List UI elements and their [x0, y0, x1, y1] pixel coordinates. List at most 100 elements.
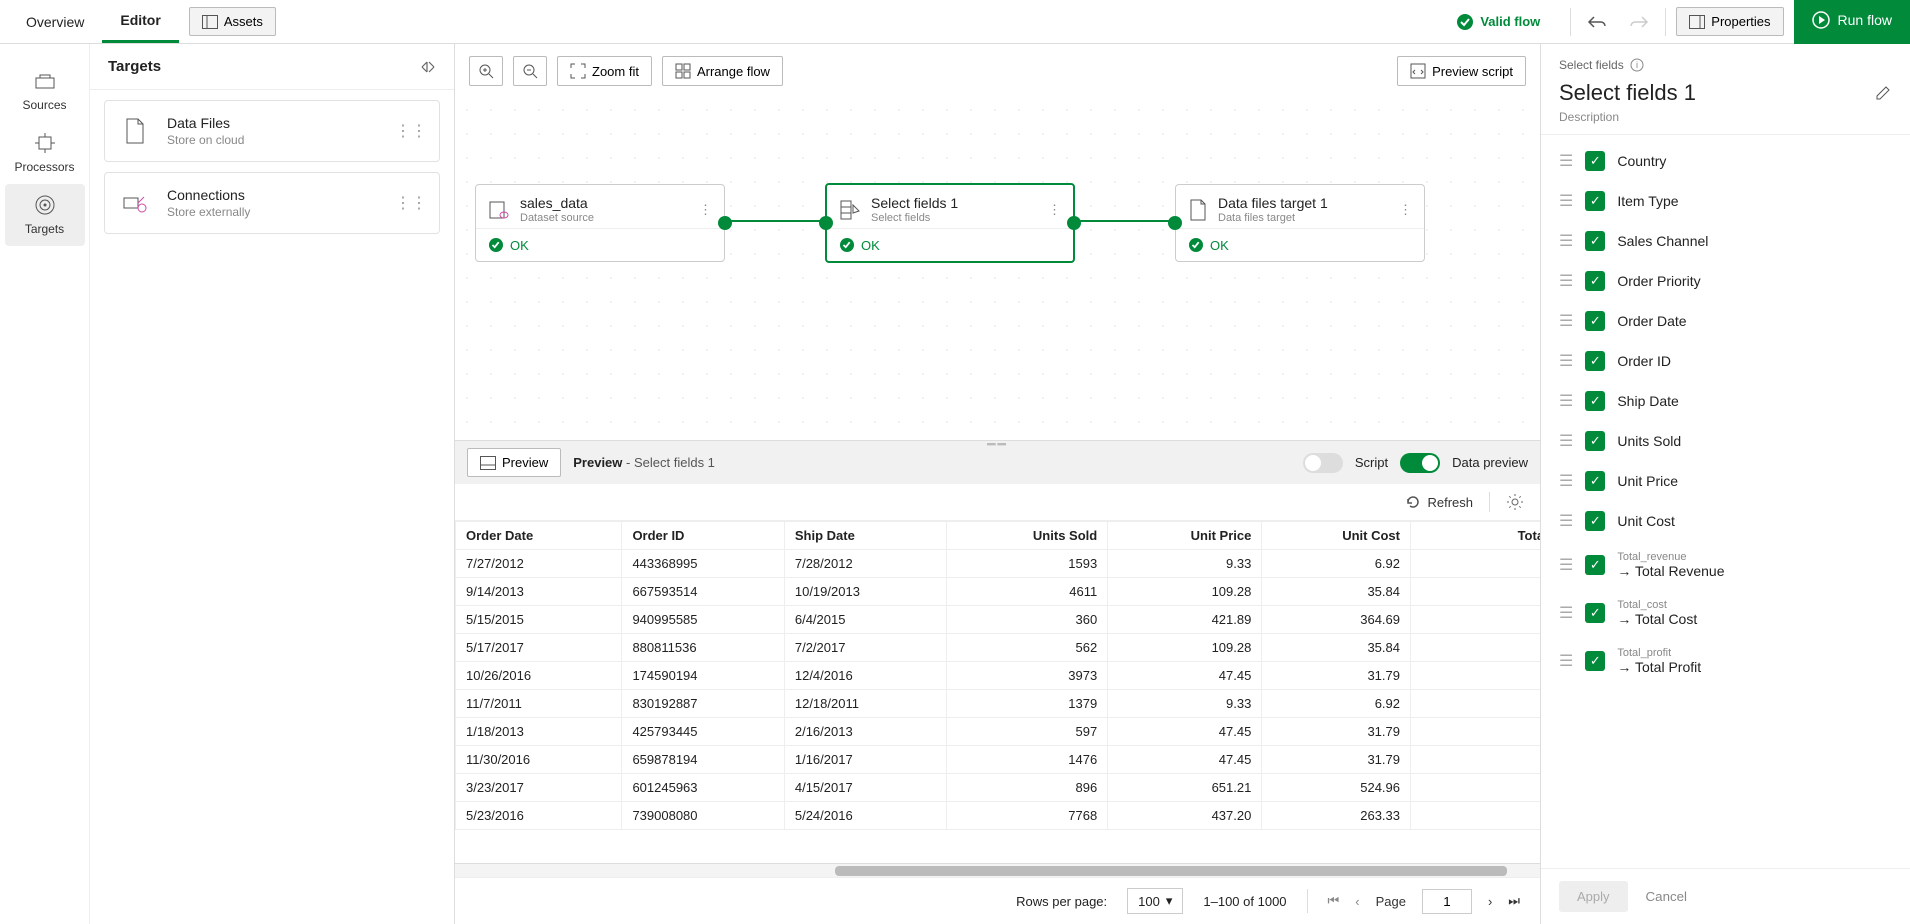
- drag-handle-icon[interactable]: ☰: [1559, 603, 1573, 623]
- field-checkbox[interactable]: ✓: [1585, 191, 1605, 211]
- table-row[interactable]: 5/15/20159409955856/4/2015360421.89364.6…: [456, 606, 1541, 634]
- drag-handle-icon[interactable]: ☰: [1559, 351, 1573, 371]
- apply-button[interactable]: Apply: [1559, 881, 1628, 912]
- field-row[interactable]: ☰ ✓ Ship Date: [1541, 381, 1910, 421]
- drag-handle-icon[interactable]: ☰: [1559, 651, 1573, 671]
- zoom-out-button[interactable]: [513, 56, 547, 86]
- node-menu-icon[interactable]: ⋮: [699, 202, 712, 218]
- drag-handle-icon[interactable]: ☰: [1559, 151, 1573, 171]
- drag-handle-icon[interactable]: ☰: [1559, 311, 1573, 331]
- arrange-flow-button[interactable]: Arrange flow: [662, 56, 783, 86]
- data-preview-toggle[interactable]: [1400, 453, 1440, 473]
- field-checkbox[interactable]: ✓: [1585, 511, 1605, 531]
- preview-button[interactable]: Preview: [467, 448, 561, 477]
- field-checkbox[interactable]: ✓: [1585, 471, 1605, 491]
- drag-handle-icon[interactable]: ⋮⋮: [395, 121, 427, 141]
- rail-targets[interactable]: Targets: [5, 184, 85, 246]
- table-row[interactable]: 9/14/201366759351410/19/20134611109.2835…: [456, 578, 1541, 606]
- tab-overview[interactable]: Overview: [8, 0, 102, 43]
- assets-button[interactable]: Assets: [189, 7, 276, 36]
- drag-handle-icon[interactable]: ⋮⋮: [395, 193, 427, 213]
- field-checkbox[interactable]: ✓: [1585, 431, 1605, 451]
- field-row[interactable]: ☰ ✓ Total_revenueTotal Revenue: [1541, 541, 1910, 589]
- column-header[interactable]: Units Sold: [947, 522, 1108, 550]
- tab-editor[interactable]: Editor: [102, 0, 178, 43]
- refresh-button[interactable]: Refresh: [1405, 494, 1473, 510]
- node-output-port[interactable]: [1067, 216, 1081, 230]
- field-row[interactable]: ☰ ✓ Total_profitTotal Profit: [1541, 637, 1910, 685]
- preview-script-button[interactable]: Preview script: [1397, 56, 1526, 86]
- drag-handle-icon[interactable]: ☰: [1559, 191, 1573, 211]
- pager-first[interactable]: ⏮: [1328, 893, 1340, 909]
- field-checkbox[interactable]: ✓: [1585, 231, 1605, 251]
- redo-button[interactable]: [1623, 6, 1655, 38]
- field-row[interactable]: ☰ ✓ Units Sold: [1541, 421, 1910, 461]
- edit-button[interactable]: [1874, 84, 1892, 102]
- pager-next[interactable]: ›: [1488, 894, 1492, 909]
- field-row[interactable]: ☰ ✓ Country: [1541, 141, 1910, 181]
- field-checkbox[interactable]: ✓: [1585, 391, 1605, 411]
- field-row[interactable]: ☰ ✓ Sales Channel: [1541, 221, 1910, 261]
- drag-handle-icon[interactable]: ☰: [1559, 471, 1573, 491]
- column-header[interactable]: Order Date: [456, 522, 622, 550]
- rows-per-page-select[interactable]: 100 ▾: [1127, 888, 1183, 914]
- table-row[interactable]: 1/18/20134257934452/16/201359747.4531.79…: [456, 718, 1541, 746]
- drag-handle-icon[interactable]: ☰: [1559, 391, 1573, 411]
- field-checkbox[interactable]: ✓: [1585, 555, 1605, 575]
- page-input[interactable]: [1422, 889, 1472, 914]
- node-output-port[interactable]: [718, 216, 732, 230]
- drag-handle-icon[interactable]: ☰: [1559, 231, 1573, 251]
- rail-sources[interactable]: Sources: [5, 64, 85, 122]
- cancel-button[interactable]: Cancel: [1646, 881, 1688, 912]
- zoom-fit-button[interactable]: Zoom fit: [557, 56, 652, 86]
- column-header[interactable]: Unit Cost: [1262, 522, 1411, 550]
- target-card-data-files[interactable]: Data Files Store on cloud ⋮⋮: [104, 100, 440, 162]
- table-row[interactable]: 5/23/20167390080805/24/20167768437.20263…: [456, 802, 1541, 830]
- table-row[interactable]: 11/7/201183019288712/18/201113799.336.92…: [456, 690, 1541, 718]
- column-header[interactable]: Ship Date: [784, 522, 946, 550]
- node-select-fields[interactable]: Select fields 1Select fields ⋮ OK: [825, 183, 1075, 263]
- flow-canvas[interactable]: sales_dataDataset source ⋮ OK Select fie…: [455, 98, 1540, 440]
- drag-handle-icon[interactable]: ☰: [1559, 271, 1573, 291]
- drag-handle-icon[interactable]: ☰: [1559, 431, 1573, 451]
- zoom-in-button[interactable]: [469, 56, 503, 86]
- field-row[interactable]: ☰ ✓ Order Date: [1541, 301, 1910, 341]
- undo-button[interactable]: [1581, 6, 1613, 38]
- column-header[interactable]: Order ID: [622, 522, 784, 550]
- field-row[interactable]: ☰ ✓ Order Priority: [1541, 261, 1910, 301]
- field-row[interactable]: ☰ ✓ Total_costTotal Cost: [1541, 589, 1910, 637]
- resize-handle[interactable]: ━━: [987, 436, 1008, 453]
- node-sales-data[interactable]: sales_dataDataset source ⋮ OK: [475, 184, 725, 262]
- node-input-port[interactable]: [819, 216, 833, 230]
- column-header[interactable]: Unit Price: [1108, 522, 1262, 550]
- table-row[interactable]: 5/17/20178808115367/2/2017562109.2835.84…: [456, 634, 1541, 662]
- field-checkbox[interactable]: ✓: [1585, 271, 1605, 291]
- pager-prev[interactable]: ‹: [1355, 894, 1359, 909]
- table-row[interactable]: 10/26/201617459019412/4/2016397347.4531.…: [456, 662, 1541, 690]
- field-checkbox[interactable]: ✓: [1585, 151, 1605, 171]
- field-row[interactable]: ☰ ✓ Order ID: [1541, 341, 1910, 381]
- node-input-port[interactable]: [1168, 216, 1182, 230]
- rail-processors[interactable]: Processors: [5, 122, 85, 184]
- drag-handle-icon[interactable]: ☰: [1559, 511, 1573, 531]
- field-checkbox[interactable]: ✓: [1585, 603, 1605, 623]
- table-row[interactable]: 7/27/20124433689957/28/201215939.336.921…: [456, 550, 1541, 578]
- settings-button[interactable]: [1506, 493, 1524, 511]
- run-flow-button[interactable]: Run flow: [1794, 0, 1910, 44]
- preview-table[interactable]: Order DateOrder IDShip DateUnits SoldUni…: [455, 520, 1540, 863]
- horizontal-scrollbar[interactable]: [455, 863, 1540, 877]
- properties-button[interactable]: Properties: [1676, 7, 1783, 36]
- field-checkbox[interactable]: ✓: [1585, 651, 1605, 671]
- info-icon[interactable]: i: [1630, 58, 1644, 72]
- node-data-files-target[interactable]: Data files target 1Data files target ⋮ O…: [1175, 184, 1425, 262]
- pager-last[interactable]: ⏭: [1508, 893, 1520, 909]
- table-row[interactable]: 11/30/20166598781941/16/2017147647.4531.…: [456, 746, 1541, 774]
- field-row[interactable]: ☰ ✓ Item Type: [1541, 181, 1910, 221]
- drag-handle-icon[interactable]: ☰: [1559, 555, 1573, 575]
- script-toggle[interactable]: [1303, 453, 1343, 473]
- node-menu-icon[interactable]: ⋮: [1048, 202, 1061, 218]
- field-checkbox[interactable]: ✓: [1585, 311, 1605, 331]
- target-card-connections[interactable]: Connections Store externally ⋮⋮: [104, 172, 440, 234]
- node-menu-icon[interactable]: ⋮: [1399, 202, 1412, 218]
- collapse-icon[interactable]: [420, 59, 436, 75]
